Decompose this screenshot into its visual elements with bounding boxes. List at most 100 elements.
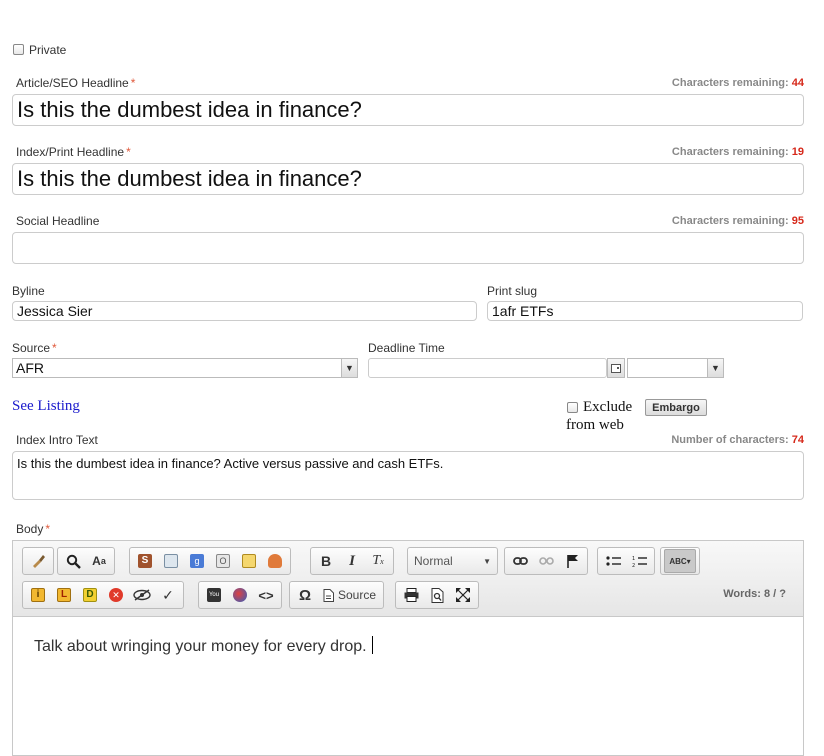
replace-icon[interactable]: Aa bbox=[87, 549, 111, 573]
opinion-icon[interactable]: O bbox=[211, 549, 235, 573]
preview-icon[interactable] bbox=[425, 583, 449, 607]
source-button-label: Source bbox=[338, 588, 377, 602]
required-mark: * bbox=[52, 341, 57, 355]
print-slug-label: Print slug bbox=[487, 284, 538, 298]
print-icon[interactable] bbox=[399, 583, 423, 607]
check-icon[interactable]: ✓ bbox=[156, 583, 180, 607]
toolbar-group-2: Aa bbox=[57, 547, 115, 575]
remove-format-icon[interactable]: Tx bbox=[366, 549, 390, 573]
info-d-icon[interactable]: D bbox=[78, 583, 102, 607]
toolbar-group-6: 12 bbox=[597, 547, 655, 575]
body-label: Body * bbox=[16, 522, 50, 536]
source-select[interactable]: AFR ▼ bbox=[12, 358, 358, 378]
code-icon[interactable]: <> bbox=[254, 583, 278, 607]
link-icon[interactable] bbox=[508, 549, 532, 573]
source-button[interactable]: Source bbox=[319, 583, 380, 607]
toolbar-group-5 bbox=[504, 547, 588, 575]
remaining-count: 19 bbox=[791, 146, 804, 158]
format-select[interactable]: Normal ▼ bbox=[407, 547, 498, 575]
toolbar-group-8: i L D ✕ ✓ bbox=[22, 581, 184, 609]
count-label: Number of characters: bbox=[671, 434, 789, 446]
article-headline-label-text: Article/SEO Headline bbox=[16, 76, 129, 90]
body-text: Talk about wringing your money for every… bbox=[34, 636, 373, 656]
private-checkbox[interactable] bbox=[13, 44, 24, 55]
body-editor[interactable]: Talk about wringing your money for every… bbox=[12, 616, 804, 756]
info-l-icon[interactable]: L bbox=[52, 583, 76, 607]
svg-text:1: 1 bbox=[632, 556, 635, 562]
find-icon[interactable] bbox=[61, 549, 85, 573]
svg-text:2: 2 bbox=[632, 563, 635, 568]
article-headline-label: Article/SEO Headline * bbox=[16, 76, 135, 90]
index-headline-label-text: Index/Print Headline bbox=[16, 145, 125, 159]
chevron-down-icon: ▼ bbox=[483, 556, 491, 566]
source-label: Source * bbox=[12, 341, 57, 355]
person-icon[interactable] bbox=[263, 549, 287, 573]
info-i-icon[interactable]: i bbox=[26, 583, 50, 607]
toolbar-group-11 bbox=[395, 581, 479, 609]
intro-textarea[interactable]: Is this the dumbest idea in finance? Act… bbox=[12, 451, 804, 500]
required-mark: * bbox=[130, 76, 136, 90]
remaining-count: 95 bbox=[791, 215, 804, 227]
remaining-label: Characters remaining: bbox=[671, 77, 789, 89]
omega-icon[interactable]: Ω bbox=[293, 583, 317, 607]
bold-icon[interactable]: B bbox=[314, 549, 338, 573]
source-icon bbox=[323, 588, 334, 602]
format-select-value: Normal bbox=[414, 554, 453, 568]
intro-char-count: Number of characters: 74 bbox=[671, 434, 804, 446]
spellcheck-icon[interactable]: ABC▾ bbox=[664, 549, 696, 573]
editor-toolbar: Aa S g O B I Tx Normal ▼ 12 ABC▾ i L D ✕… bbox=[12, 540, 804, 616]
remaining-label: Characters remaining: bbox=[671, 146, 789, 158]
remaining-label: Characters remaining: bbox=[671, 215, 789, 227]
intro-label: Index Intro Text bbox=[16, 433, 98, 447]
index-headline-label: Index/Print Headline * bbox=[16, 145, 131, 159]
body-label-text: Body bbox=[16, 522, 44, 536]
exclude-label-line2: from web bbox=[566, 417, 624, 433]
index-headline-remaining: Characters remaining: 19 bbox=[672, 146, 804, 158]
google-icon[interactable]: g bbox=[185, 549, 209, 573]
youtube-icon[interactable]: You bbox=[202, 583, 226, 607]
print-slug-input[interactable]: 1afr ETFs bbox=[487, 301, 803, 321]
embargo-button[interactable]: Embargo bbox=[645, 399, 707, 416]
s-icon[interactable]: S bbox=[133, 549, 157, 573]
byline-input[interactable]: Jessica Sier bbox=[12, 301, 477, 321]
source-label-text: Source bbox=[12, 341, 51, 355]
numbered-list-icon[interactable]: 12 bbox=[627, 549, 651, 573]
chevron-down-icon: ▼ bbox=[341, 359, 357, 377]
byline-label: Byline bbox=[12, 284, 45, 298]
article-headline-remaining: Characters remaining: 44 bbox=[672, 77, 804, 89]
brush-icon[interactable] bbox=[26, 549, 50, 573]
body-paragraph: Talk about wringing your money for every… bbox=[34, 638, 367, 655]
required-mark: * bbox=[45, 522, 51, 536]
exclude-from-web-checkbox[interactable] bbox=[567, 402, 578, 413]
social-headline-input[interactable] bbox=[12, 232, 804, 264]
toolbar-group-10: Ω Source bbox=[289, 581, 385, 609]
exclude-label-line1: Exclude bbox=[583, 399, 633, 415]
calendar-icon[interactable] bbox=[237, 549, 261, 573]
delete-circle-icon[interactable]: ✕ bbox=[104, 583, 128, 607]
hide-icon[interactable] bbox=[130, 583, 154, 607]
chevron-down-icon: ▼ bbox=[707, 359, 723, 377]
index-headline-input[interactable]: Is this the dumbest idea in finance? bbox=[12, 163, 804, 195]
deadline-label: Deadline Time bbox=[368, 341, 445, 355]
count-value: 74 bbox=[791, 434, 804, 446]
globe-icon[interactable] bbox=[228, 583, 252, 607]
anchor-flag-icon[interactable] bbox=[560, 549, 584, 573]
italic-icon[interactable]: I bbox=[340, 549, 364, 573]
maximize-icon[interactable] bbox=[451, 583, 475, 607]
bulleted-list-icon[interactable] bbox=[601, 549, 625, 573]
article-headline-input[interactable]: Is this the dumbest idea in finance? bbox=[12, 94, 804, 126]
unlink-icon[interactable] bbox=[534, 549, 558, 573]
calendar-picker-icon[interactable] bbox=[607, 358, 625, 378]
toolbar-group-9: You <> bbox=[198, 581, 282, 609]
toolbar-group-3: S g O bbox=[129, 547, 291, 575]
source-value: AFR bbox=[16, 360, 44, 376]
social-headline-label: Social Headline bbox=[16, 214, 100, 228]
chart-icon[interactable] bbox=[159, 549, 183, 573]
deadline-date-input[interactable] bbox=[368, 358, 607, 378]
private-label: Private bbox=[29, 43, 67, 57]
text-caret bbox=[371, 636, 373, 654]
deadline-time-select[interactable]: ▼ bbox=[627, 358, 724, 378]
required-mark: * bbox=[126, 145, 131, 159]
see-listing-link[interactable]: See Listing bbox=[12, 398, 80, 415]
word-count: Words: 8 / ? bbox=[723, 588, 786, 600]
